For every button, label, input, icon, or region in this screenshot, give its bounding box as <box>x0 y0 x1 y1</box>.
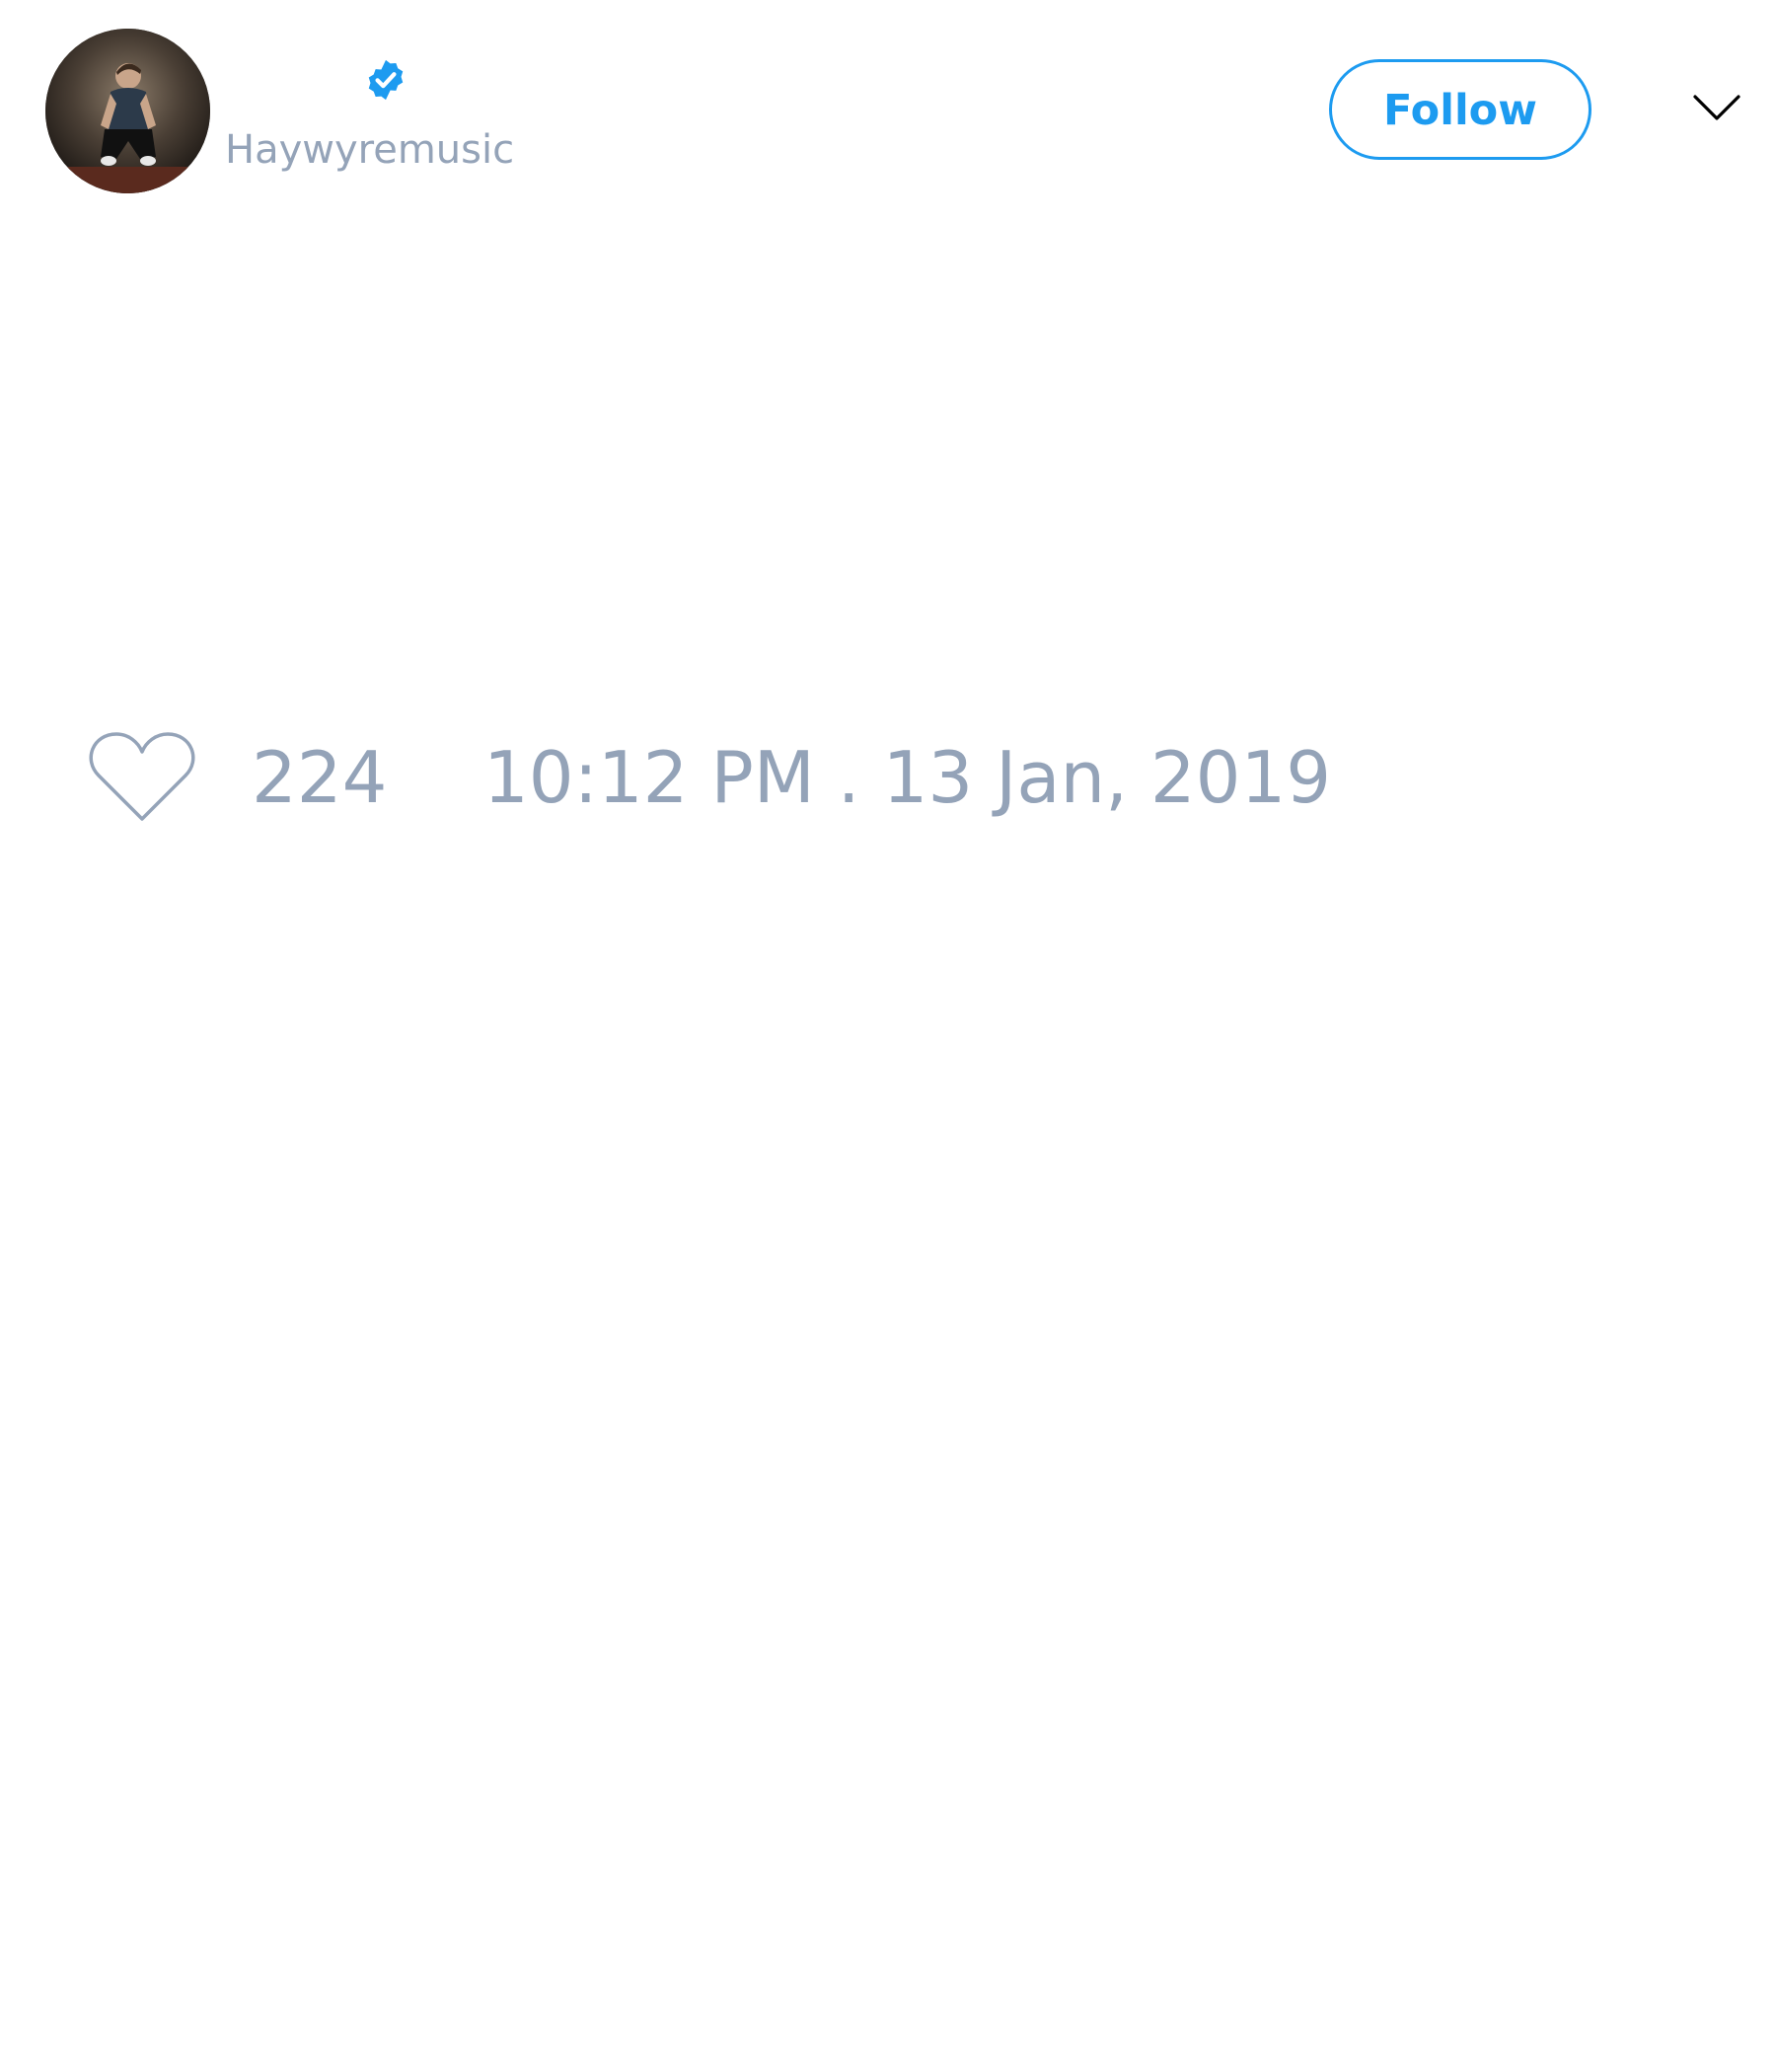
follow-button[interactable]: Follow <box>1329 59 1591 160</box>
avatar[interactable] <box>45 29 210 193</box>
chevron-down-icon[interactable] <box>1692 91 1741 126</box>
avatar-photo-icon <box>45 29 210 193</box>
tweet-card: Haywyremusic Follow 224 10:12 PM . 13 Ja… <box>0 0 1776 2072</box>
heart-outline-icon[interactable] <box>89 730 195 825</box>
tweet-timestamp[interactable]: 10:12 PM . 13 Jan, 2019 <box>483 734 1331 821</box>
verified-badge-icon <box>368 59 404 101</box>
like-count: 224 <box>252 736 388 819</box>
author-handle[interactable]: Haywyremusic <box>225 126 514 174</box>
